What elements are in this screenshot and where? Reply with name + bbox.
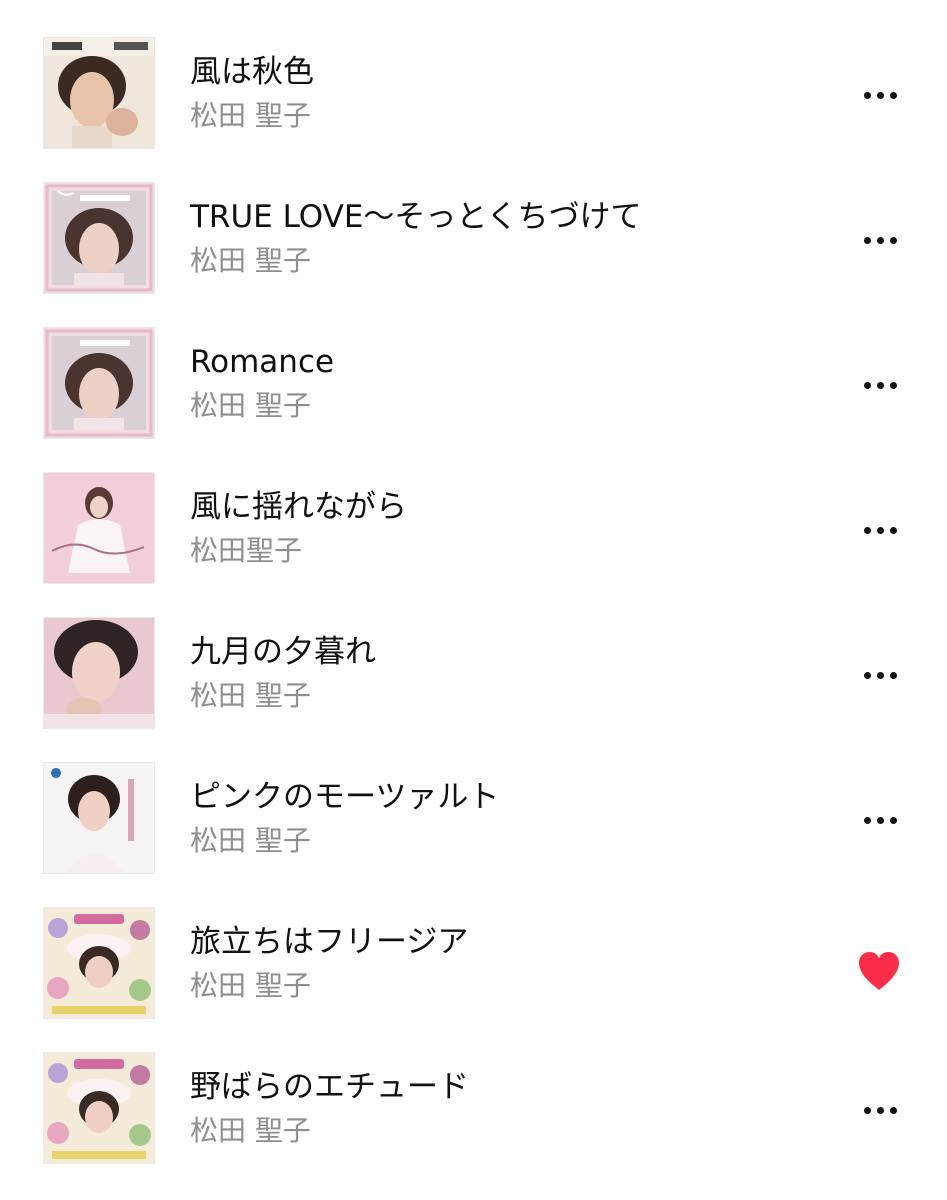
artist-name: 松田 聖子 [190,244,311,277]
artist-name: 松田 聖子 [190,389,311,422]
artist-name: 松田 聖子 [190,969,311,1002]
song-row[interactable]: 風は秋色 松田 聖子 [0,0,947,148]
album-cover-seiko-story [44,908,154,1018]
more-dot [863,1106,871,1114]
album-art [44,908,154,1018]
album-cover-seiko-story [44,1053,154,1163]
more-dot [863,91,871,99]
artist-name: 松田 聖子 [190,99,311,132]
song-title: 旅立ちはフリージア [190,924,469,960]
song-title: 風に揺れながら [190,489,407,525]
more-dot [863,671,871,679]
album-cover-kaze-wa-akiiro [44,38,154,148]
artist-name: 松田 聖子 [190,1114,311,1147]
album-art [44,618,154,728]
more-dot [876,816,884,824]
heart-shape [859,952,899,990]
more-icon[interactable] [855,225,905,255]
more-dot [876,1106,884,1114]
song-row[interactable]: 野ばらのエチュード 松田 聖子 [0,1015,947,1163]
album-art [44,473,154,583]
more-dot [876,671,884,679]
more-dot [889,671,897,679]
more-icon[interactable] [855,660,905,690]
heart-icon[interactable] [856,950,902,992]
song-row[interactable]: 九月の夕暮れ 松田 聖子 [0,580,947,728]
album-art [44,183,154,293]
more-icon[interactable] [855,805,905,835]
artist-name: 松田 聖子 [190,679,311,712]
song-title: Romance [190,344,335,380]
more-icon[interactable] [855,80,905,110]
more-dot [876,381,884,389]
album-art [44,328,154,438]
more-dot [889,381,897,389]
song-title: 九月の夕暮れ [190,634,376,670]
song-title: 風は秋色 [190,54,314,90]
more-dot [876,91,884,99]
song-row[interactable]: TRUE LOVE～そっとくちづけて 松田 聖子 [0,145,947,293]
song-row[interactable]: 旅立ちはフリージア 松田 聖子 [0,870,947,1018]
more-dot [863,816,871,824]
album-cover-seiko-sweet-days [44,183,154,293]
album-art [44,763,154,873]
album-art [44,1053,154,1163]
more-dot [876,526,884,534]
song-list: 風は秋色 松田 聖子 TRUE LOVE～そっとくちづけて 松田 聖子 Roma… [0,0,947,1200]
more-dot [876,236,884,244]
album-cover-seiko-sweet-days [44,328,154,438]
song-title: 野ばらのエチュード [190,1069,469,1105]
more-icon[interactable] [855,515,905,545]
album-cover-pink-no-mozart [44,763,154,873]
artist-name: 松田 聖子 [190,824,311,857]
more-dot [863,381,871,389]
more-icon[interactable] [855,1095,905,1125]
album-cover-portrait-pink [44,618,154,728]
more-dot [889,91,897,99]
more-dot [889,236,897,244]
more-dot [863,526,871,534]
more-dot [863,236,871,244]
song-row[interactable]: Romance 松田 聖子 [0,290,947,438]
artist-name: 松田聖子 [190,534,303,567]
song-row[interactable]: 風に揺れながら 松田聖子 [0,435,947,583]
album-cover-my-prelude [44,473,154,583]
song-title: ピンクのモーツァルト [190,779,500,815]
more-icon[interactable] [855,370,905,400]
song-title: TRUE LOVE～そっとくちづけて [190,199,642,235]
song-row[interactable]: ピンクのモーツァルト 松田 聖子 [0,725,947,873]
more-dot [889,1106,897,1114]
more-dot [889,526,897,534]
more-dot [889,816,897,824]
album-art [44,38,154,148]
